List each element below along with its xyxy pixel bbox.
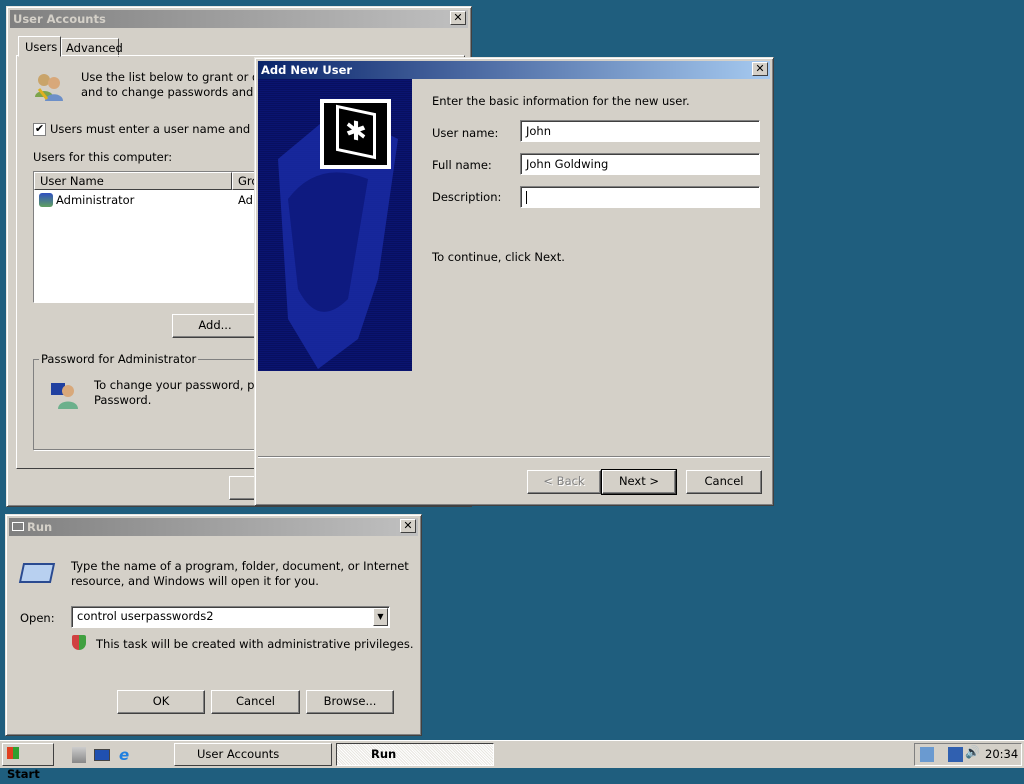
password-text: To change your password, pres Password. [94,378,273,407]
users-icon [33,71,65,103]
ok-button[interactable]: OK [117,690,205,714]
next-button[interactable]: Next > [601,469,677,495]
continue-text: To continue, click Next. [432,250,565,264]
taskbar [0,740,1024,768]
open-value: control userpasswords2 [77,609,214,623]
title-bar[interactable]: Add New User ✕ [258,61,770,79]
wizard-banner-image: ✱ [258,79,412,371]
internet-explorer-icon[interactable]: e [119,746,129,764]
tab-users[interactable]: Users [18,36,61,57]
clock[interactable]: 20:34 [985,747,1018,761]
add-button[interactable]: Add... [172,314,258,338]
system-tray: 🔊 20:34 [914,743,1022,766]
windows-logo-icon [7,747,19,759]
taskbar-item-run[interactable]: Run [336,743,494,766]
intro-text: Use the list below to grant or den and to… [81,70,276,99]
open-combobox[interactable]: control userpasswords2 ▼ [71,606,390,628]
shield-icon [72,635,86,650]
user-icon [39,193,53,207]
close-button[interactable]: ✕ [450,11,466,25]
cancel-button[interactable]: Cancel [211,690,300,714]
cancel-button[interactable]: Cancel [686,470,762,494]
show-desktop-icon[interactable] [94,749,110,761]
start-button[interactable]: Start [2,743,54,781]
open-label: Open: [20,611,55,625]
require-login-checkbox[interactable]: ✔ [33,123,46,136]
full-name-label: Full name: [432,158,492,172]
description-input[interactable] [520,186,760,208]
column-header-user-name[interactable]: User Name [34,172,232,190]
users-list[interactable]: User Name Gro Administrator Adı [33,171,292,303]
description-label: Description: [432,190,502,204]
user-name-label: User name: [432,126,499,140]
run-icon [18,563,56,583]
add-new-user-dialog: Add New User ✕ ✱ Enter the basic informa… [254,57,774,506]
separator [258,456,770,458]
password-group-title: Password for Administrator [39,352,199,366]
instruction-text: Enter the basic information for the new … [432,94,690,108]
taskbar-item-user-accounts[interactable]: User Accounts [174,743,332,766]
back-button[interactable]: < Back [527,470,601,494]
close-button[interactable]: ✕ [400,519,416,533]
dialog-title: Run [27,520,53,534]
network-icon[interactable] [948,747,963,762]
table-row[interactable]: Administrator Adı [37,193,277,209]
window-title: User Accounts [13,12,106,26]
title-bar[interactable]: Run ✕ [9,518,418,536]
tray-app-icon[interactable] [920,747,934,762]
users-list-label: Users for this computer: [33,150,173,164]
title-bar[interactable]: User Accounts ✕ [10,10,468,28]
close-button[interactable]: ✕ [752,62,768,76]
user-name-input[interactable]: John [520,120,760,142]
run-dialog: Run ✕ Type the name of a program, folder… [5,514,422,736]
admin-note: This task will be created with administr… [96,637,414,651]
volume-icon[interactable]: 🔊 [965,745,980,759]
user-card-icon: ✱ [320,99,391,169]
run-description: Type the name of a program, folder, docu… [71,559,409,588]
user-name-cell: Administrator [56,193,135,207]
admin-user-icon [49,379,79,409]
full-name-input[interactable]: John Goldwing [520,153,760,175]
server-manager-icon[interactable] [72,747,86,763]
run-title-icon [12,522,24,531]
require-login-label: Users must enter a user name and pass [50,122,281,136]
dialog-title: Add New User [261,63,353,77]
browse-button[interactable]: Browse... [306,690,394,714]
dropdown-arrow-button[interactable]: ▼ [373,608,388,626]
